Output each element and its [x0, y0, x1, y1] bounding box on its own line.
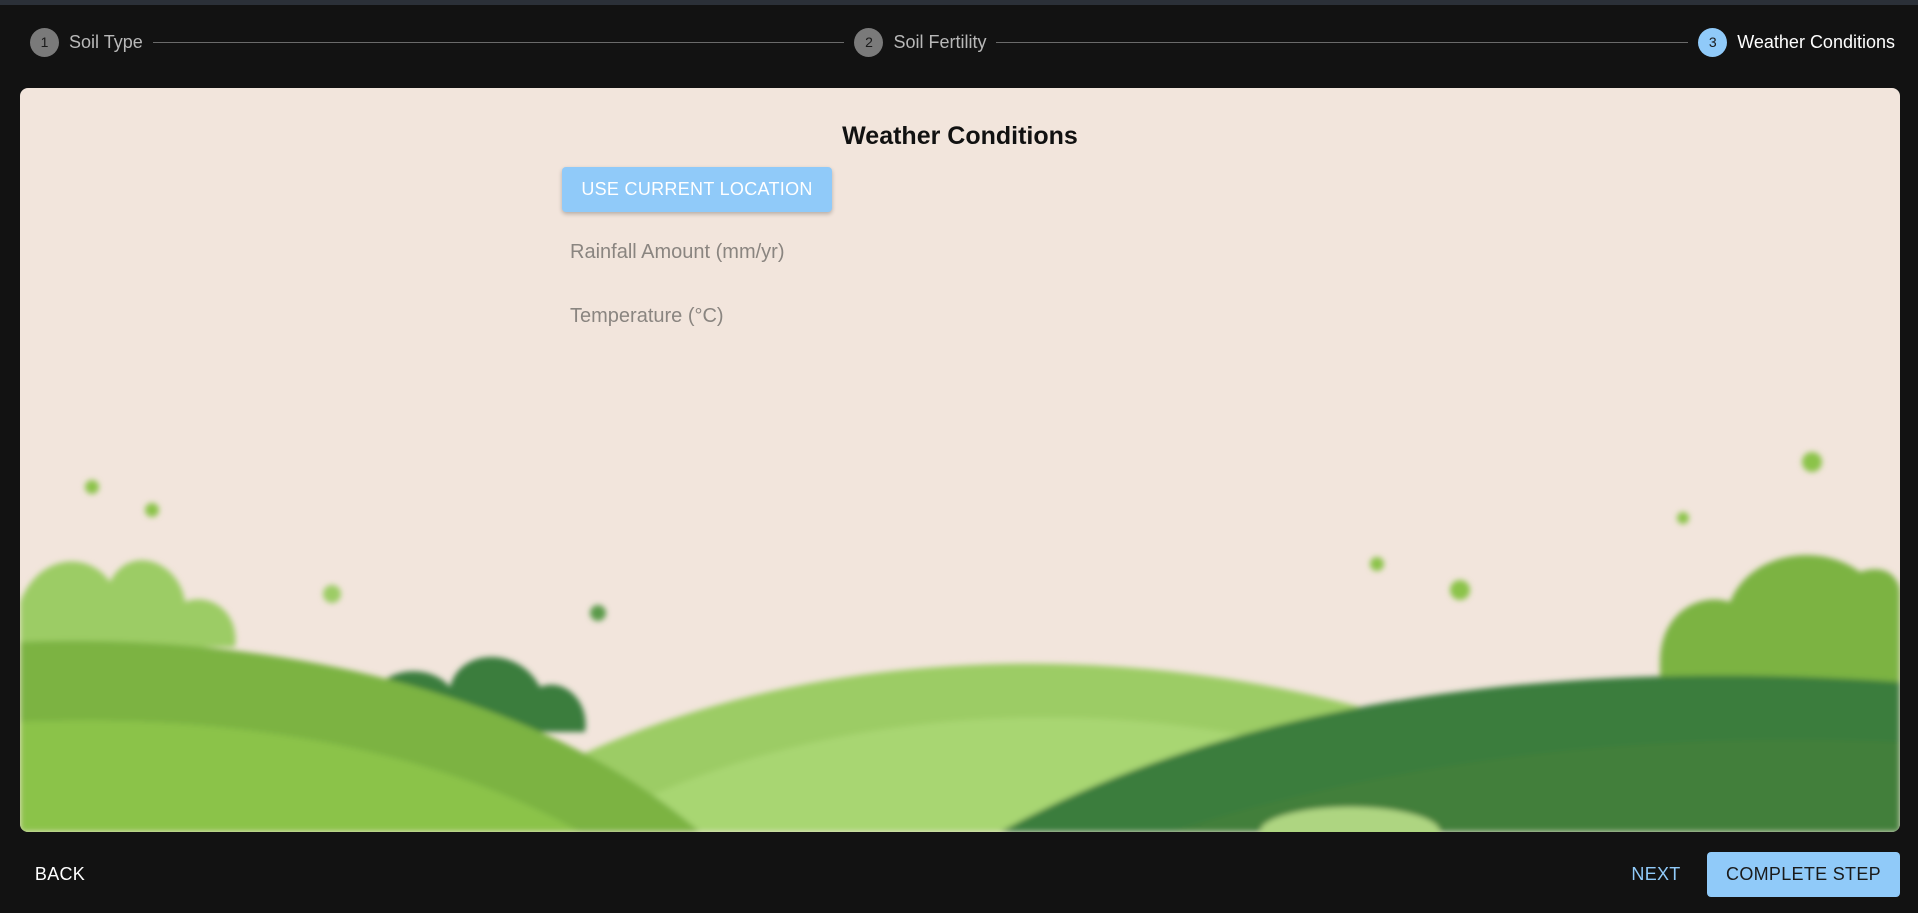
stepper: 1 Soil Type 2 Soil Fertility 3 Weather C… — [30, 26, 1895, 58]
sparkle — [145, 503, 159, 517]
step-number-badge: 1 — [30, 27, 59, 57]
step-label: Soil Type — [69, 31, 143, 52]
complete-step-button[interactable]: COMPLETE STEP — [1707, 852, 1900, 897]
bush-left — [20, 560, 236, 647]
sparkle — [323, 585, 341, 603]
step-soil-fertility[interactable]: 2 Soil Fertility — [854, 27, 987, 57]
step-soil-type[interactable]: 1 Soil Type — [30, 27, 143, 57]
sparkle — [85, 480, 99, 494]
back-button[interactable]: BACK — [22, 856, 98, 892]
window-top-strip — [0, 0, 1918, 5]
landscape-illustration — [20, 432, 1900, 832]
step-number-badge: 2 — [854, 27, 884, 57]
bush-right — [1660, 555, 1900, 692]
sparkle — [1802, 452, 1822, 472]
temperature-input[interactable] — [570, 298, 990, 334]
page-title: Weather Conditions — [842, 122, 1078, 150]
step-weather-conditions[interactable]: 3 Weather Conditions — [1698, 27, 1895, 57]
next-button[interactable]: NEXT — [1620, 856, 1692, 892]
step-connector — [996, 41, 1689, 43]
step-label: Weather Conditions — [1737, 31, 1895, 52]
weather-card: Weather Conditions USE CURRENT LOCATION — [20, 88, 1900, 832]
use-current-location-button[interactable]: USE CURRENT LOCATION — [562, 167, 832, 212]
sparkle — [1370, 557, 1384, 571]
landscape-svg — [20, 452, 1900, 832]
step-number-badge: 3 — [1698, 27, 1728, 57]
step-label: Soil Fertility — [893, 31, 987, 52]
rainfall-amount-input[interactable] — [570, 234, 990, 270]
sparkle — [1450, 580, 1470, 600]
sparkle — [1677, 512, 1689, 524]
sparkle — [590, 605, 606, 621]
step-connector — [152, 41, 845, 43]
